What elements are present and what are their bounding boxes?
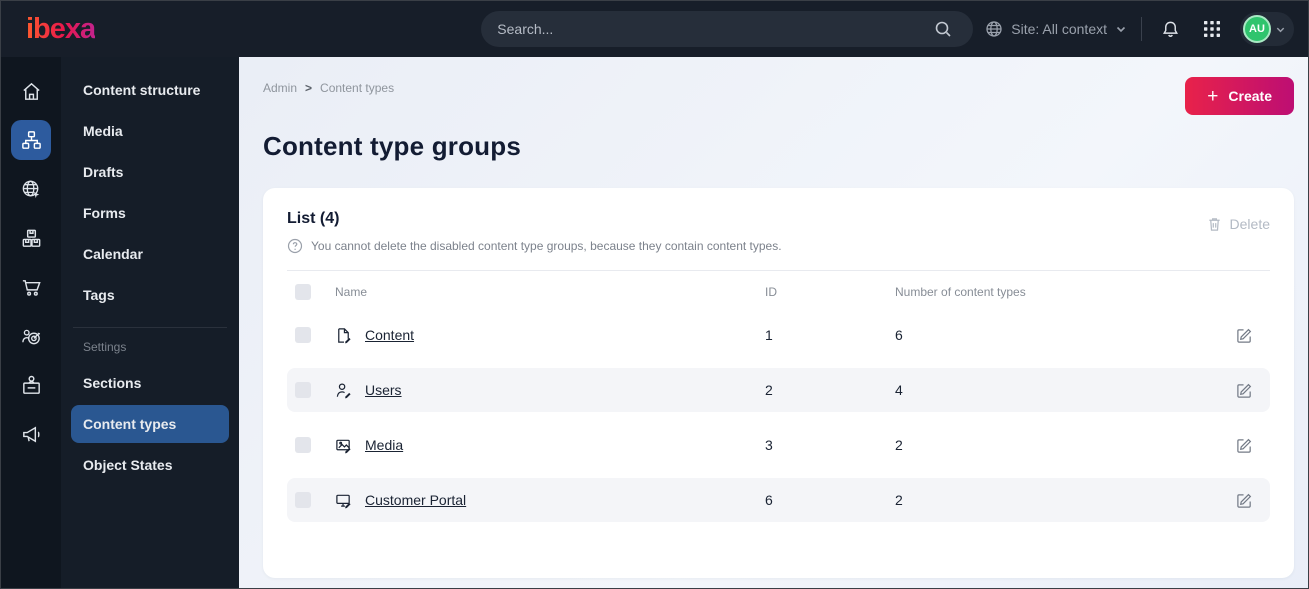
rail-site[interactable] — [11, 169, 51, 209]
table-row: Content 1 6 — [287, 313, 1270, 357]
group-link[interactable]: Users — [365, 382, 402, 398]
products-boxes-icon — [22, 229, 40, 247]
list-title: List (4) — [287, 210, 340, 227]
row-checkbox[interactable] — [295, 327, 311, 343]
menu-item-forms[interactable]: Forms — [71, 194, 229, 232]
rail-marketing[interactable] — [11, 414, 51, 454]
trash-icon — [1208, 218, 1220, 231]
delete-button[interactable]: Delete — [1207, 210, 1270, 232]
group-count: 6 — [895, 327, 903, 343]
breadcrumb-admin[interactable]: Admin — [263, 81, 297, 95]
delete-button-label: Delete — [1229, 216, 1270, 232]
menu-item-content-structure[interactable]: Content structure — [71, 71, 229, 109]
column-header-id: ID — [765, 285, 777, 299]
logo-wrap: ibexa — [1, 13, 239, 46]
group-id: 3 — [765, 437, 773, 453]
table-row: Customer Portal 6 2 — [287, 478, 1270, 522]
edit-icon[interactable] — [1230, 431, 1258, 459]
global-search[interactable] — [481, 11, 974, 47]
group-id: 1 — [765, 327, 773, 343]
menu-item-drafts[interactable]: Drafts — [71, 153, 229, 191]
search-icon[interactable] — [929, 15, 957, 43]
table-row: Media 3 2 — [287, 423, 1270, 467]
select-all-checkbox[interactable] — [295, 284, 311, 300]
column-header-name: Name — [335, 285, 368, 299]
breadcrumb: Admin > Content types — [263, 77, 394, 95]
group-link[interactable]: Customer Portal — [365, 492, 466, 508]
create-button[interactable]: Create — [1185, 77, 1294, 115]
group-link[interactable]: Media — [365, 437, 403, 453]
topbar: ibexa Site: All context — [1, 1, 1308, 57]
site-context-label: Site: All context — [1011, 21, 1107, 37]
image-edit-icon — [336, 439, 351, 453]
row-checkbox[interactable] — [295, 492, 311, 508]
rail-customers[interactable] — [11, 316, 51, 356]
menu-item-media[interactable]: Media — [71, 112, 229, 150]
breadcrumb-separator: > — [305, 81, 313, 95]
list-hint: You cannot delete the disabled content t… — [287, 238, 782, 254]
menu-item-sections[interactable]: Sections — [71, 364, 229, 402]
content-tree-icon — [21, 130, 41, 149]
app-window: ibexa Site: All context — [0, 0, 1309, 589]
badge-briefcase-icon — [22, 375, 40, 394]
avatar: AU — [1243, 15, 1271, 43]
rail-products[interactable] — [11, 218, 51, 258]
home-icon — [22, 82, 40, 100]
menu-item-content-types[interactable]: Content types — [71, 405, 229, 443]
chevron-down-icon — [1276, 27, 1285, 32]
search-input[interactable] — [497, 21, 930, 37]
content-type-groups-card: List (4) You cannot delete the disabled … — [263, 188, 1294, 578]
group-link[interactable]: Content — [365, 327, 414, 343]
group-id: 2 — [765, 382, 773, 398]
audience-target-icon — [21, 329, 40, 344]
menu-item-object-states[interactable]: Object States — [71, 446, 229, 484]
list-hint-text: You cannot delete the disabled content t… — [311, 239, 782, 253]
group-id: 6 — [765, 492, 773, 508]
search-wrap — [239, 11, 985, 47]
row-checkbox[interactable] — [295, 437, 311, 453]
column-header-count: Number of content types — [895, 285, 1026, 299]
table-row: Users 2 4 — [287, 368, 1270, 412]
globe-icon — [985, 20, 1003, 38]
menu-panel: Content structure Media Drafts Forms Cal… — [61, 57, 239, 588]
ibexa-logo[interactable]: ibexa — [26, 13, 96, 45]
edit-icon[interactable] — [1230, 486, 1258, 514]
group-count: 2 — [895, 437, 903, 453]
rail-content[interactable] — [11, 120, 51, 160]
table-header: Name ID Number of content types — [287, 271, 1270, 313]
cart-icon — [22, 279, 41, 296]
user-edit-icon — [336, 382, 351, 398]
create-button-label: Create — [1228, 88, 1272, 104]
group-count: 2 — [895, 492, 903, 508]
screen-edit-icon — [336, 494, 351, 508]
breadcrumb-content-types: Content types — [320, 81, 395, 95]
site-context-switcher[interactable]: Site: All context — [985, 20, 1127, 38]
site-globe-icon — [22, 180, 39, 198]
edit-icon[interactable] — [1230, 321, 1258, 349]
icon-rail — [1, 57, 61, 588]
rail-home[interactable] — [11, 71, 51, 111]
app-grid-icon[interactable] — [1198, 15, 1226, 43]
topbar-right: Site: All context AU — [985, 12, 1308, 46]
notifications-bell-icon[interactable] — [1156, 15, 1184, 43]
plus-icon — [1207, 87, 1218, 106]
page-title: Content type groups — [263, 131, 522, 161]
menu-item-calendar[interactable]: Calendar — [71, 235, 229, 273]
menu-section-settings: Settings — [83, 340, 127, 354]
row-checkbox[interactable] — [295, 382, 311, 398]
topbar-divider — [1141, 17, 1142, 41]
menu-item-tags[interactable]: Tags — [71, 276, 229, 314]
edit-icon[interactable] — [1230, 376, 1258, 404]
file-edit-icon — [338, 327, 351, 343]
group-count: 4 — [895, 382, 903, 398]
user-menu[interactable]: AU — [1240, 12, 1294, 46]
menu-divider — [73, 327, 227, 328]
rail-commerce[interactable] — [11, 267, 51, 307]
megaphone-icon — [22, 426, 40, 442]
question-icon — [287, 238, 303, 254]
main-content: Admin > Content types Create Content typ… — [239, 57, 1308, 588]
rail-company[interactable] — [11, 365, 51, 405]
chevron-down-icon — [1116, 26, 1126, 33]
